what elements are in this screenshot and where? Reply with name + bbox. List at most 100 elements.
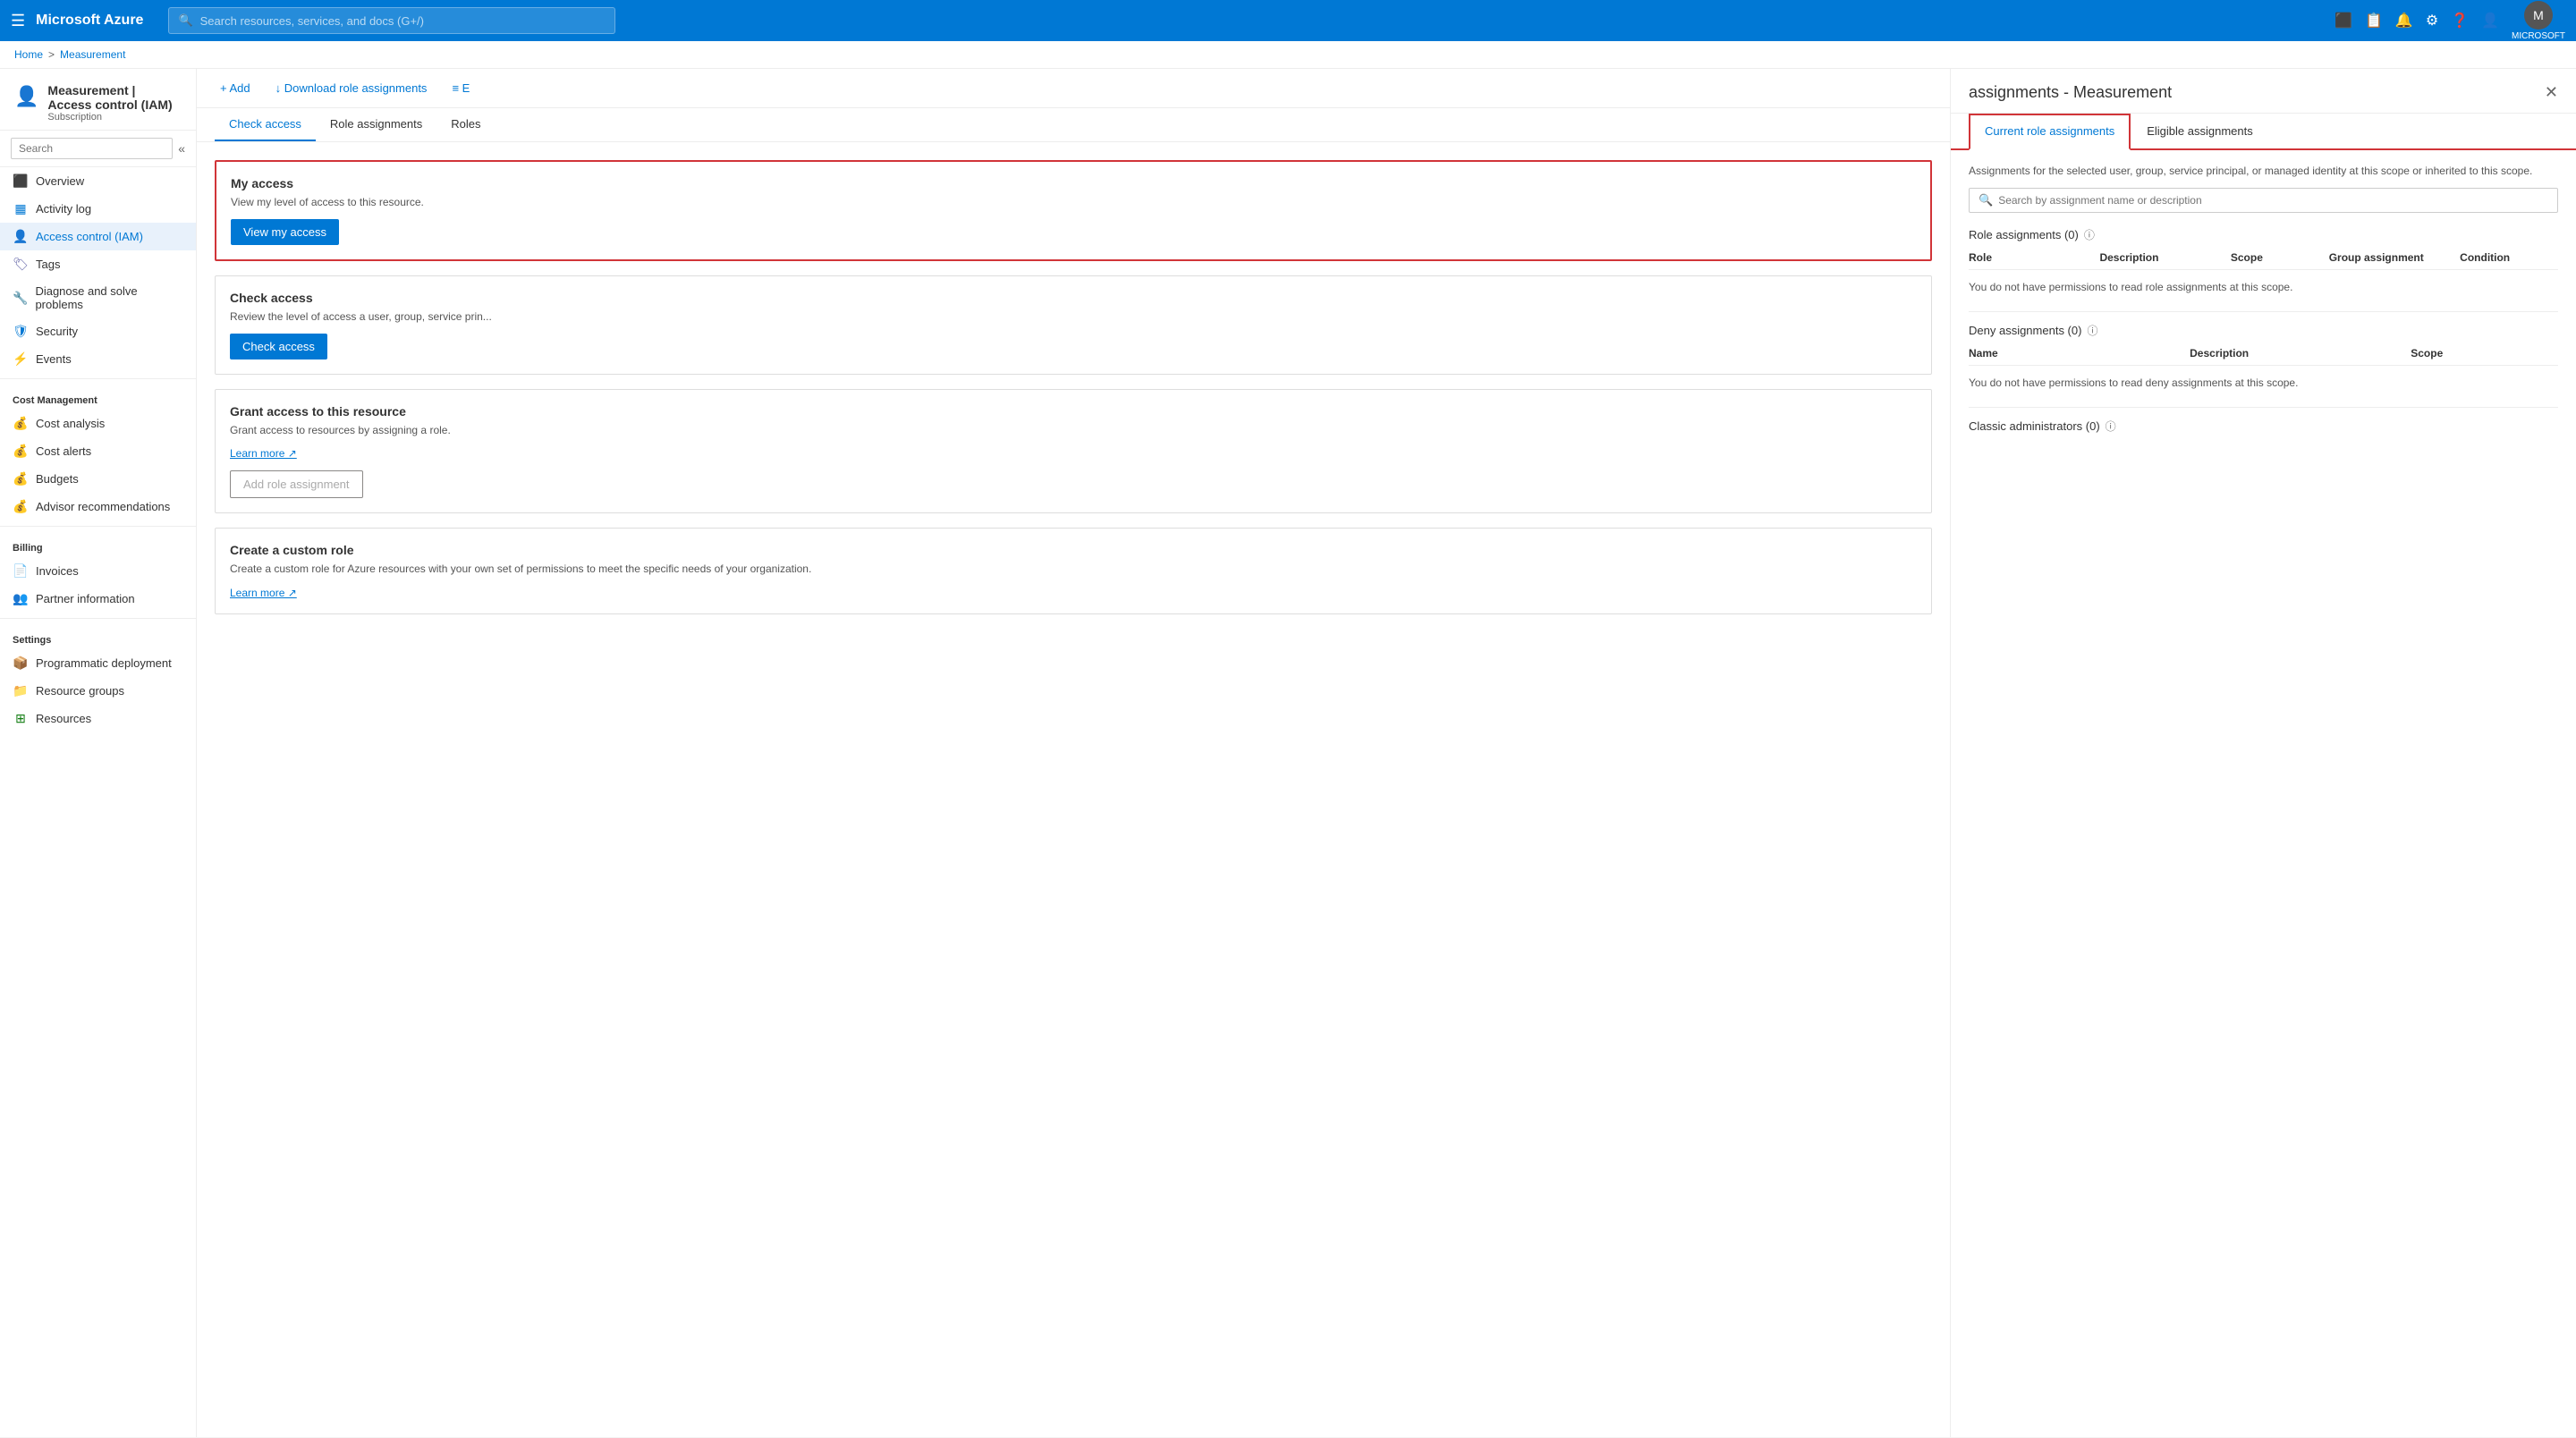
classic-admins-info-icon[interactable]: ⓘ bbox=[2106, 419, 2116, 434]
topbar-icons: ⬛ 📋 🔔 ⚙ ❓ 👤 M MICROSOFT bbox=[2334, 1, 2565, 41]
side-tab-eligible[interactable]: Eligible assignments bbox=[2131, 114, 2269, 148]
grant-access-learn-more[interactable]: Learn more ↗ bbox=[230, 447, 1917, 460]
settings-icon[interactable]: ⚙ bbox=[2426, 12, 2438, 30]
side-tab-current[interactable]: Current role assignments bbox=[1969, 114, 2131, 150]
sidebar-item-label: Resources bbox=[36, 712, 91, 725]
deny-assignments-no-permission: You do not have permissions to read deny… bbox=[1969, 369, 2558, 396]
my-access-card: My access View my level of access to thi… bbox=[215, 160, 1932, 261]
add-button[interactable]: + Add bbox=[215, 78, 256, 98]
user-label: MICROSOFT bbox=[2512, 31, 2565, 41]
tab-roles[interactable]: Roles bbox=[436, 108, 495, 141]
tab-role-assignments[interactable]: Role assignments bbox=[316, 108, 436, 141]
assignment-search-input[interactable] bbox=[1998, 194, 2548, 207]
azure-logo: Microsoft Azure bbox=[36, 13, 143, 29]
sidebar-item-tags[interactable]: 🏷 Tags bbox=[0, 250, 196, 278]
sidebar-item-label: Resource groups bbox=[36, 684, 124, 698]
sidebar-item-resource-groups[interactable]: 📁 Resource groups bbox=[0, 677, 196, 705]
tab-check-access[interactable]: Check access bbox=[215, 108, 316, 141]
sidebar-header-text: Measurement | Access control (IAM) Subsc… bbox=[47, 83, 182, 123]
col-role: Role bbox=[1969, 251, 2099, 264]
sidebar-item-label: Invoices bbox=[36, 564, 79, 578]
security-icon: 🛡 bbox=[13, 324, 29, 339]
sidebar-search-input[interactable] bbox=[11, 138, 173, 159]
global-search[interactable]: 🔍 Search resources, services, and docs (… bbox=[168, 7, 615, 34]
deny-col-name: Name bbox=[1969, 347, 2190, 360]
sidebar-item-activity-log[interactable]: ▦ Activity log bbox=[0, 195, 196, 223]
sidebar-collapse-button[interactable]: « bbox=[178, 141, 185, 156]
sidebar-item-resources[interactable]: ⊞ Resources bbox=[0, 705, 196, 732]
sidebar-item-overview[interactable]: ⬛ Overview bbox=[0, 167, 196, 195]
sidebar-item-label: Tags bbox=[36, 258, 60, 271]
side-panel-description: Assignments for the selected user, group… bbox=[1969, 165, 2558, 177]
tab-content: My access View my level of access to thi… bbox=[197, 142, 1950, 647]
sidebar-item-diagnose[interactable]: 🔧 Diagnose and solve problems bbox=[0, 278, 196, 317]
resources-icon: ⊞ bbox=[13, 711, 29, 726]
deny-col-description: Description bbox=[2190, 347, 2411, 360]
deny-assignments-info-icon[interactable]: ⓘ bbox=[2087, 323, 2097, 338]
activity-log-icon: ▦ bbox=[13, 201, 29, 216]
my-access-title: My access bbox=[231, 176, 1916, 190]
directory-icon[interactable]: 👤 bbox=[2481, 12, 2499, 30]
sidebar-item-security[interactable]: 🛡 Security bbox=[0, 317, 196, 345]
cost-alerts-icon: 💰 bbox=[13, 444, 29, 459]
search-icon: 🔍 bbox=[178, 13, 192, 28]
sidebar-item-label: Security bbox=[36, 325, 78, 338]
diagnose-icon: 🔧 bbox=[13, 291, 28, 306]
hamburger-menu[interactable]: ☰ bbox=[11, 12, 25, 30]
user-menu[interactable]: M MICROSOFT bbox=[2512, 1, 2565, 41]
section-divider-1 bbox=[1969, 311, 2558, 312]
sidebar-item-advisor[interactable]: 💰 Advisor recommendations bbox=[0, 493, 196, 520]
sidebar-item-label: Programmatic deployment bbox=[36, 656, 172, 670]
sidebar-resource-title: Measurement | Access control (IAM) bbox=[47, 83, 182, 112]
deny-assignments-section-title: Deny assignments (0) ⓘ bbox=[1969, 323, 2558, 338]
sidebar-item-partner[interactable]: 👥 Partner information bbox=[0, 585, 196, 613]
section-settings: Settings bbox=[0, 624, 196, 649]
cloud-shell-icon[interactable]: ⬛ bbox=[2334, 12, 2352, 30]
sidebar-item-invoices[interactable]: 📄 Invoices bbox=[0, 557, 196, 585]
main-panel: + Add ↓ Download role assignments ≡ E Ch… bbox=[197, 69, 1950, 1437]
more-button[interactable]: ≡ E bbox=[446, 78, 475, 98]
role-assignments-info-icon[interactable]: ⓘ bbox=[2084, 227, 2095, 242]
download-button[interactable]: ↓ Download role assignments bbox=[270, 78, 433, 98]
deny-col-scope: Scope bbox=[2411, 347, 2558, 360]
search-placeholder: Search resources, services, and docs (G+… bbox=[200, 14, 424, 28]
side-panel-search-container[interactable]: 🔍 bbox=[1969, 188, 2558, 213]
help-icon[interactable]: ❓ bbox=[2451, 12, 2469, 30]
main-tabs: Check access Role assignments Roles bbox=[197, 108, 1950, 142]
main-layout: 👤 Measurement | Access control (IAM) Sub… bbox=[0, 69, 2576, 1437]
sidebar-item-label: Activity log bbox=[36, 202, 91, 216]
custom-role-title: Create a custom role bbox=[230, 543, 1917, 557]
custom-role-learn-more[interactable]: Learn more ↗ bbox=[230, 587, 297, 599]
topbar: ☰ Microsoft Azure 🔍 Search resources, se… bbox=[0, 0, 2576, 41]
feedback-icon[interactable]: 📋 bbox=[2365, 12, 2383, 30]
side-panel-close-button[interactable]: ✕ bbox=[2545, 83, 2558, 102]
sidebar-item-label: Cost analysis bbox=[36, 417, 105, 430]
breadcrumb-sep1: > bbox=[48, 48, 55, 61]
sidebar-item-cost-alerts[interactable]: 💰 Cost alerts bbox=[0, 437, 196, 465]
content-area: + Add ↓ Download role assignments ≡ E Ch… bbox=[197, 69, 2576, 1437]
events-icon: ⚡ bbox=[13, 351, 29, 367]
sidebar-item-cost-analysis[interactable]: 💰 Cost analysis bbox=[0, 410, 196, 437]
breadcrumb-home[interactable]: Home bbox=[14, 48, 43, 61]
advisor-icon: 💰 bbox=[13, 499, 29, 514]
classic-admins-section-title: Classic administrators (0) ⓘ bbox=[1969, 419, 2558, 434]
sidebar-item-label: Events bbox=[36, 352, 72, 366]
sidebar-item-budgets[interactable]: 💰 Budgets bbox=[0, 465, 196, 493]
sidebar-header: 👤 Measurement | Access control (IAM) Sub… bbox=[0, 69, 196, 131]
check-access-button[interactable]: Check access bbox=[230, 334, 327, 360]
sidebar-item-iam[interactable]: 👤 Access control (IAM) bbox=[0, 223, 196, 250]
add-role-assignment-button[interactable]: Add role assignment bbox=[230, 470, 363, 498]
sidebar-item-events[interactable]: ⚡ Events bbox=[0, 345, 196, 373]
side-panel-tabs: Current role assignments Eligible assign… bbox=[1951, 114, 2576, 150]
breadcrumb-current[interactable]: Measurement bbox=[60, 48, 125, 61]
sidebar: 👤 Measurement | Access control (IAM) Sub… bbox=[0, 69, 197, 1437]
col-scope: Scope bbox=[2231, 251, 2329, 264]
notifications-icon[interactable]: 🔔 bbox=[2395, 12, 2413, 30]
deny-assignments-label: Deny assignments (0) bbox=[1969, 324, 2081, 337]
view-my-access-button[interactable]: View my access bbox=[231, 219, 339, 245]
custom-role-description: Create a custom role for Azure resources… bbox=[230, 563, 1917, 575]
grant-access-description: Grant access to resources by assigning a… bbox=[230, 424, 1917, 436]
programmatic-icon: 📦 bbox=[13, 656, 29, 671]
sidebar-item-programmatic[interactable]: 📦 Programmatic deployment bbox=[0, 649, 196, 677]
partner-icon: 👥 bbox=[13, 591, 29, 606]
